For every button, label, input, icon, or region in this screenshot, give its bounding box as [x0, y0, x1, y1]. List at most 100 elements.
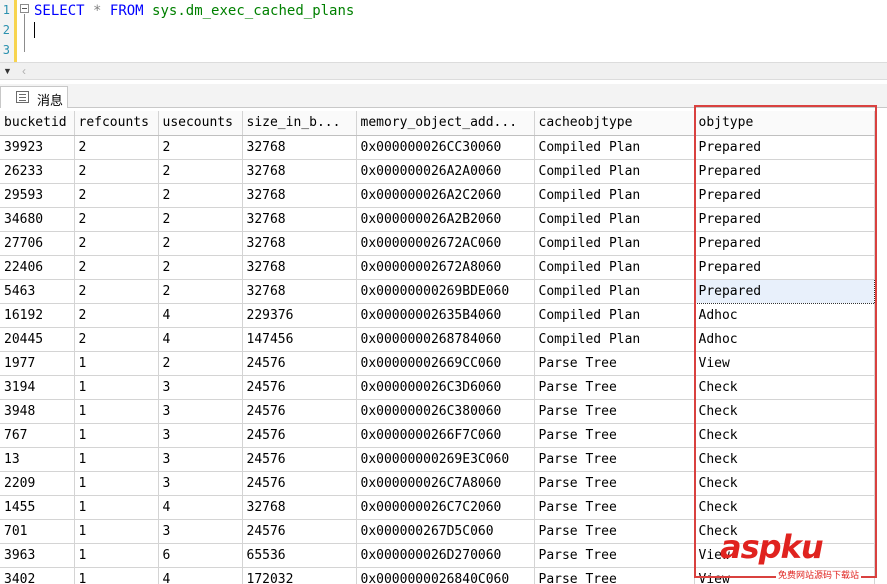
table-row[interactable]: 3948 1 3 24576 0x000000026C380060 Parse Tree C…: [0, 399, 875, 424]
grid-cell[interactable]: 2: [74, 303, 159, 328]
grid-cell[interactable]: 2: [158, 231, 243, 256]
grid-cell[interactable]: 2: [158, 135, 243, 160]
grid-cell[interactable]: 4: [158, 495, 243, 520]
column-header[interactable]: objtype: [694, 111, 875, 136]
grid-cell[interactable]: Parse Tree: [534, 519, 695, 544]
query-text[interactable]: SELECT * FROM sys.dm_exec_cached_plans: [34, 1, 354, 21]
grid-cell[interactable]: Prepared: [694, 207, 875, 232]
table-row[interactable]: 13 1 3 24576 0x00000000269E3C060 Parse Tree Ch…: [0, 447, 875, 472]
table-row[interactable]: 16192 2 4 229376 0x00000002635B4060 Compiled …: [0, 303, 875, 328]
grid-cell[interactable]: 2: [158, 207, 243, 232]
grid-cell[interactable]: 13: [0, 447, 75, 472]
grid-cell[interactable]: 32768: [242, 231, 357, 256]
grid-cell[interactable]: 3: [158, 471, 243, 496]
grid-cell[interactable]: 3963: [0, 543, 75, 568]
grid-cell[interactable]: 24576: [242, 399, 357, 424]
grid-cell[interactable]: Compiled Plan: [534, 303, 695, 328]
grid-cell[interactable]: Prepared: [694, 231, 875, 256]
grid-cell[interactable]: Adhoc: [694, 303, 875, 328]
grid-cell[interactable]: 34680: [0, 207, 75, 232]
grid-cell[interactable]: 1: [74, 447, 159, 472]
grid-cell[interactable]: 32768: [242, 207, 357, 232]
grid-cell[interactable]: Parse Tree: [534, 471, 695, 496]
grid-cell[interactable]: Check: [694, 399, 875, 424]
grid-cell[interactable]: View: [694, 351, 875, 376]
grid-cell[interactable]: 32768: [242, 495, 357, 520]
grid-cell[interactable]: 26233: [0, 159, 75, 184]
grid-cell[interactable]: 29593: [0, 183, 75, 208]
grid-cell[interactable]: 1455: [0, 495, 75, 520]
grid-cell[interactable]: 2: [74, 207, 159, 232]
grid-cell[interactable]: 172032: [242, 567, 357, 584]
grid-cell[interactable]: 3: [158, 447, 243, 472]
grid-cell[interactable]: 2: [74, 327, 159, 352]
tab-messages[interactable]: 消息: [0, 86, 68, 108]
grid-cell[interactable]: 0x0000000026840C060: [356, 567, 535, 584]
table-row[interactable]: 2209 1 3 24576 0x000000026C7A8060 Parse Tree C…: [0, 471, 875, 496]
grid-cell[interactable]: Compiled Plan: [534, 255, 695, 280]
grid-cell[interactable]: 4: [158, 303, 243, 328]
table-row[interactable]: 26233 2 2 32768 0x000000026A2A0060 Compiled P…: [0, 159, 875, 184]
grid-cell[interactable]: 3402: [0, 567, 75, 584]
grid-cell[interactable]: 4: [158, 567, 243, 584]
grid-cell[interactable]: 1: [74, 567, 159, 584]
grid-cell[interactable]: Check: [694, 423, 875, 448]
grid-cell[interactable]: Parse Tree: [534, 567, 695, 584]
grid-cell[interactable]: 24576: [242, 351, 357, 376]
grid-cell[interactable]: 0x000000026CC30060: [356, 135, 535, 160]
grid-cell[interactable]: 0x000000026C380060: [356, 399, 535, 424]
column-header[interactable]: memory_object_add...: [356, 111, 535, 136]
grid-cell[interactable]: 32768: [242, 279, 357, 304]
grid-cell[interactable]: Compiled Plan: [534, 159, 695, 184]
grid-cell[interactable]: 2: [74, 231, 159, 256]
grid-cell[interactable]: Compiled Plan: [534, 183, 695, 208]
grid-cell[interactable]: 24576: [242, 471, 357, 496]
grid-cell[interactable]: 0x00000002672A8060: [356, 255, 535, 280]
grid-cell[interactable]: 0x000000026A2B2060: [356, 207, 535, 232]
grid-cell[interactable]: Compiled Plan: [534, 327, 695, 352]
table-row[interactable]: 767 1 3 24576 0x0000000266F7C060 Parse Tree Ch…: [0, 423, 875, 448]
column-header[interactable]: refcounts: [74, 111, 159, 136]
grid-cell[interactable]: Compiled Plan: [534, 207, 695, 232]
column-header[interactable]: cacheobjtype: [534, 111, 695, 136]
grid-cell[interactable]: 1: [74, 423, 159, 448]
editor-horizontal-scrollbar[interactable]: ▼ ‹: [0, 62, 887, 80]
table-row[interactable]: 22406 2 2 32768 0x00000002672A8060 Compiled P…: [0, 255, 875, 280]
grid-cell[interactable]: 0x000000026C7A8060: [356, 471, 535, 496]
grid-cell[interactable]: 229376: [242, 303, 357, 328]
grid-cell[interactable]: 0x000000026D270060: [356, 543, 535, 568]
grid-cell[interactable]: 1: [74, 375, 159, 400]
grid-cell[interactable]: Prepared: [694, 159, 875, 184]
grid-cell[interactable]: Compiled Plan: [534, 135, 695, 160]
grid-cell[interactable]: 2: [74, 159, 159, 184]
grid-cell[interactable]: 32768: [242, 255, 357, 280]
grid-cell[interactable]: Prepared: [693, 278, 875, 304]
grid-cell[interactable]: Parse Tree: [534, 375, 695, 400]
grid-cell[interactable]: 0x00000002672AC060: [356, 231, 535, 256]
grid-cell[interactable]: 0x00000000269E3C060: [356, 447, 535, 472]
grid-cell[interactable]: Parse Tree: [534, 447, 695, 472]
grid-cell[interactable]: 22406: [0, 255, 75, 280]
table-row[interactable]: 3194 1 3 24576 0x000000026C3D6060 Parse Tree C…: [0, 375, 875, 400]
grid-cell[interactable]: 6: [158, 543, 243, 568]
grid-cell[interactable]: 65536: [242, 543, 357, 568]
grid-cell[interactable]: Check: [694, 375, 875, 400]
table-row[interactable]: 20445 2 4 147456 0x0000000268784060 Compiled …: [0, 327, 875, 352]
grid-cell[interactable]: 2: [158, 351, 243, 376]
grid-cell[interactable]: 0x000000026C7C2060: [356, 495, 535, 520]
grid-cell[interactable]: 0x00000002669CC060: [356, 351, 535, 376]
grid-cell[interactable]: 1: [74, 351, 159, 376]
grid-cell[interactable]: 32768: [242, 135, 357, 160]
grid-cell[interactable]: Compiled Plan: [534, 231, 695, 256]
grid-cell[interactable]: 0x000000267D5C060: [356, 519, 535, 544]
grid-cell[interactable]: 1: [74, 471, 159, 496]
table-row[interactable]: 1455 1 4 32768 0x000000026C7C2060 Parse Tree C…: [0, 495, 875, 520]
grid-cell[interactable]: Parse Tree: [534, 399, 695, 424]
grid-cell[interactable]: 0x0000000268784060: [356, 327, 535, 352]
grid-cell[interactable]: 2: [158, 183, 243, 208]
grid-cell[interactable]: Compiled Plan: [534, 279, 695, 304]
grid-cell[interactable]: 16192: [0, 303, 75, 328]
results-grid[interactable]: bucketid refcounts usecounts size_in_b... me…: [0, 111, 887, 584]
column-header[interactable]: bucketid: [0, 111, 75, 136]
grid-cell[interactable]: 24576: [242, 519, 357, 544]
